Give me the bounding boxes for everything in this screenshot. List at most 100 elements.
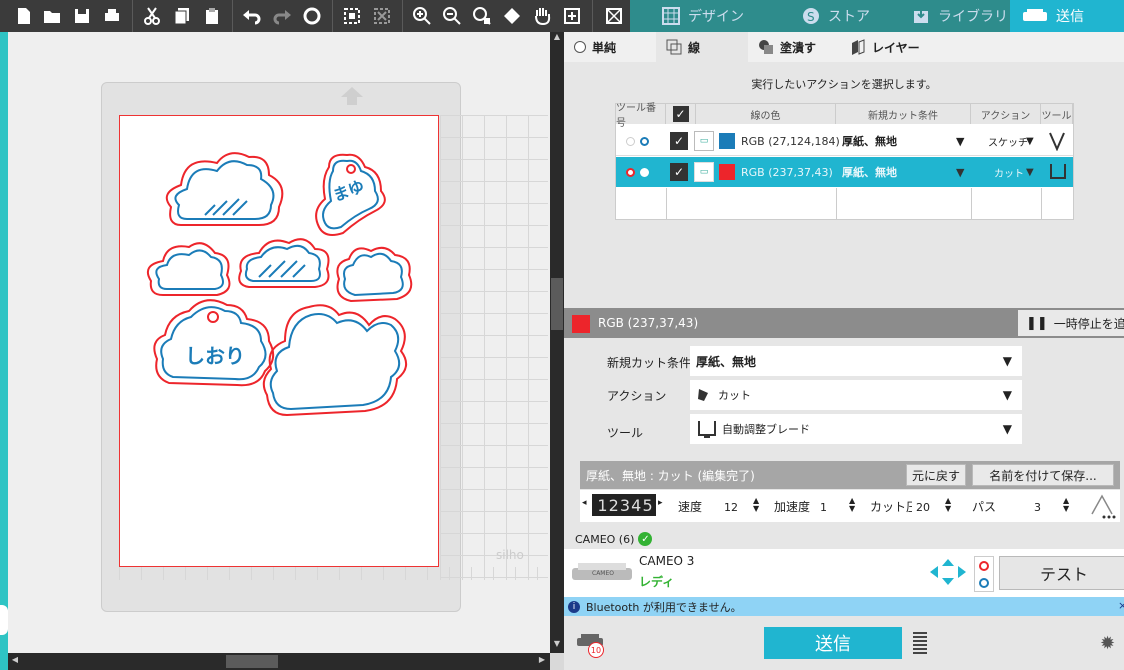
new-document-icon[interactable] <box>12 4 36 28</box>
save-as-button[interactable]: 名前を付けて保存... <box>972 464 1114 486</box>
tab-design[interactable]: デザイン <box>650 0 790 32</box>
passes-input[interactable]: 3 <box>1030 496 1060 518</box>
ungroup-icon[interactable] <box>370 4 394 28</box>
scroll-up-icon[interactable]: ▲ <box>550 32 564 44</box>
bluetooth-message: Bluetooth が利用できません。 <box>586 600 742 614</box>
tool2-radio[interactable] <box>640 167 649 177</box>
tab-send[interactable]: 送信 <box>1010 0 1124 32</box>
tool-dropdown[interactable]: 自動調整ブレード ▼ <box>690 414 1022 444</box>
scroll-right-icon[interactable]: ▶ <box>535 655 549 668</box>
group-icon[interactable] <box>340 4 364 28</box>
pause-button[interactable]: ❚❚ 一時停止を追 <box>1018 310 1124 336</box>
passes-stepper[interactable]: ▲ ▼ <box>1063 497 1069 513</box>
silhouette-logo-icon[interactable] <box>602 4 626 28</box>
chevron-down-icon[interactable]: ▼ <box>1026 126 1034 156</box>
fit-icon[interactable] <box>560 4 584 28</box>
tab-store[interactable]: S ストア <box>790 0 900 32</box>
zoom-in-icon[interactable] <box>410 4 434 28</box>
tool-label: ツール <box>607 426 644 440</box>
cut-icon[interactable] <box>140 4 164 28</box>
table-row[interactable]: ✓ ▭ RGB (27,124,184) 厚紙、無地 ▼ スケッチ ▼ <box>616 126 1073 156</box>
save-icon[interactable] <box>70 4 94 28</box>
condition-dropdown[interactable]: 厚紙、無地 ▼ <box>690 346 1022 376</box>
paste-icon[interactable] <box>200 4 224 28</box>
tool1-radio[interactable] <box>626 136 635 146</box>
chevron-down-icon[interactable]: ▼ <box>1026 157 1034 187</box>
table-row[interactable]: ✓ ▭ RGB (237,37,43) 厚紙、無地 ▼ カット ▼ <box>616 157 1073 187</box>
accel-input[interactable]: 1 <box>816 496 846 518</box>
blade-depth-display[interactable]: 1 2 3 4 5 <box>592 494 656 516</box>
move-arrows-icon[interactable] <box>928 558 968 589</box>
blade-icon <box>1048 157 1068 187</box>
accel-stepper[interactable]: ▲ ▼ <box>849 497 855 513</box>
grid-icon <box>662 7 680 25</box>
close-notice-icon[interactable]: × <box>1118 599 1124 612</box>
tab-library[interactable]: ライブラリ <box>900 0 1010 32</box>
expand-panel-handle[interactable] <box>0 605 8 635</box>
condition-value[interactable]: 厚紙、無地 <box>842 126 897 156</box>
undo-icon[interactable] <box>240 4 264 28</box>
tab-layer[interactable]: レイヤー <box>840 32 940 62</box>
copy-icon[interactable] <box>170 4 194 28</box>
line-style-icon[interactable]: ▭ <box>694 131 714 151</box>
zoom-select-icon[interactable] <box>470 4 494 28</box>
condition-value[interactable]: 厚紙、無地 <box>842 157 897 187</box>
tab-fill[interactable]: 塗潰す <box>748 32 840 62</box>
tool-radio-group[interactable] <box>626 157 649 187</box>
chevron-down-icon[interactable]: ▼ <box>956 126 964 156</box>
color-label: RGB (27,124,184) <box>741 134 840 148</box>
gear-icon[interactable]: ✹ <box>1100 633 1115 654</box>
passes-label: パス <box>972 500 997 514</box>
speed-input[interactable]: 12 <box>720 496 750 518</box>
select-all-checkbox[interactable]: ✓ <box>672 106 689 122</box>
horizontal-scroll-thumb[interactable] <box>226 655 278 668</box>
vertical-scrollbar[interactable]: ▲ ▼ <box>550 32 564 653</box>
row-checkbox[interactable]: ✓ <box>670 132 688 150</box>
refresh-icon[interactable] <box>300 4 324 28</box>
sketch-pen-icon <box>1048 126 1066 156</box>
speed-stepper[interactable]: ▲ ▼ <box>753 497 759 513</box>
blade-left-arrow-icon[interactable]: ◂ <box>582 498 587 508</box>
chevron-down-icon: ▼ <box>1002 388 1012 402</box>
action-label: アクション <box>607 389 667 403</box>
tab-line[interactable]: 線 <box>656 32 748 62</box>
move-down-icon[interactable] <box>500 4 524 28</box>
pan-hand-icon[interactable] <box>530 4 554 28</box>
action-value[interactable]: スケッチ <box>988 126 1028 156</box>
action-value[interactable]: カット <box>994 157 1024 187</box>
test-button[interactable]: テスト <box>999 556 1124 590</box>
tool1-radio[interactable] <box>626 167 635 177</box>
tab-simple[interactable]: 単純 <box>564 32 656 62</box>
tool2-radio[interactable] <box>979 577 989 588</box>
tool2-radio[interactable] <box>640 136 649 146</box>
vertical-scroll-thumb[interactable] <box>551 278 563 330</box>
horizontal-scrollbar[interactable]: ◀ ▶ <box>8 653 550 670</box>
tool-radio-group[interactable] <box>626 126 649 156</box>
revert-button[interactable]: 元に戻す <box>906 464 966 486</box>
chevron-down-icon: ▼ <box>1002 354 1012 368</box>
force-stepper[interactable]: ▲ ▼ <box>945 497 951 513</box>
scroll-down-icon[interactable]: ▼ <box>550 639 564 651</box>
zoom-out-icon[interactable] <box>440 4 464 28</box>
send-button[interactable]: 送信 <box>764 627 902 659</box>
scroll-left-icon[interactable]: ◀ <box>8 655 22 668</box>
cutter-icon <box>1023 9 1047 21</box>
send-queue-icon[interactable]: 10 <box>576 632 606 658</box>
tab-layer-label: レイヤー <box>872 40 920 55</box>
force-input[interactable]: 20 <box>912 496 942 518</box>
queue-list-icon[interactable] <box>913 632 927 654</box>
print-icon[interactable] <box>100 4 124 28</box>
design-shapes[interactable]: まゆ しおり <box>119 115 439 435</box>
row-checkbox[interactable]: ✓ <box>670 163 688 181</box>
action-dropdown[interactable]: カット ▼ <box>690 380 1022 410</box>
blade-right-arrow-icon[interactable]: ▸ <box>658 498 663 508</box>
advanced-settings-icon[interactable] <box>1088 492 1116 523</box>
tool1-radio[interactable] <box>979 560 989 571</box>
open-folder-icon[interactable] <box>40 4 64 28</box>
line-style-icon[interactable]: ▭ <box>694 162 714 182</box>
speed-label: 速度 <box>678 500 703 514</box>
color-swatch <box>719 133 735 149</box>
chevron-down-icon[interactable]: ▼ <box>956 157 964 187</box>
tool-selector[interactable] <box>974 556 994 592</box>
redo-icon[interactable] <box>270 4 294 28</box>
